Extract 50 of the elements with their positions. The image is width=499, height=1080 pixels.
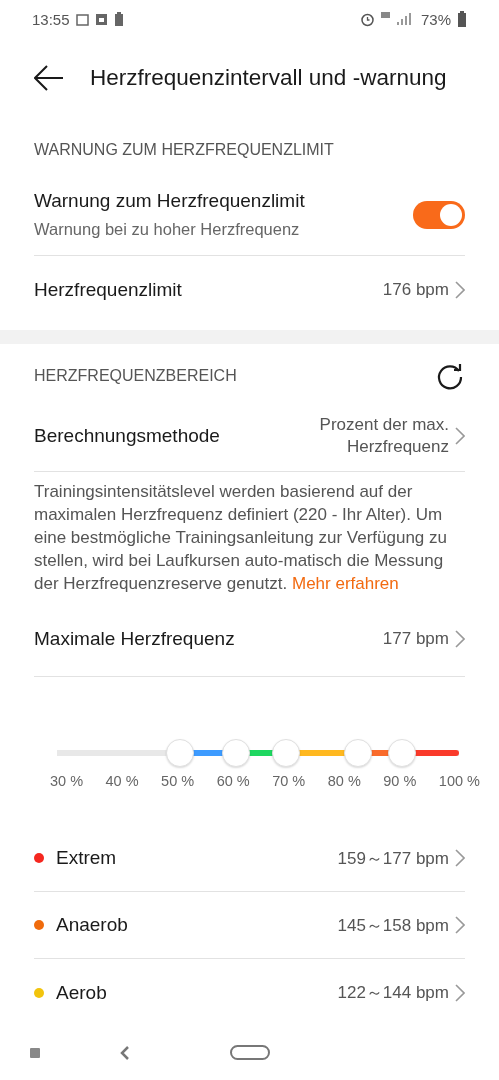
slider-thumb[interactable]	[222, 739, 251, 767]
status-time: 13:55	[32, 10, 70, 28]
toggle-switch[interactable]	[413, 200, 465, 229]
scale-label: 100 %	[438, 773, 480, 789]
chevron-right-icon	[455, 629, 465, 648]
back-icon[interactable]	[120, 1046, 130, 1060]
chevron-right-icon	[455, 281, 465, 299]
setting-label: Berechnungsmethode	[34, 424, 220, 447]
setting-description: Warnung bei zu hoher Herzfrequenz	[34, 220, 301, 239]
scale-label: 30 %	[50, 773, 84, 789]
battery-icon	[113, 12, 124, 26]
scale-label: 40 %	[105, 773, 139, 789]
section-title: HERZFREQUENZBEREICH	[34, 367, 237, 385]
calendar-icon	[94, 12, 108, 26]
scale-label: 60 %	[216, 773, 250, 789]
setting-label: Warnung zum Herzfrequenzlimit	[34, 190, 305, 212]
calendar-icon	[75, 12, 89, 26]
battery-icon	[457, 11, 467, 27]
zone-range: 145～158 bpm	[337, 914, 449, 937]
zone-range: 122～144 bpm	[337, 982, 449, 1004]
description-text: Trainingsintensitätslevel werden basierend auf der maximalen Herzfrequenz definiert (220 - Ihr Alter). Um eine bestmögliche Trainingsanleitung zur Verfügung zu stellen, wird bei Laufkursen auto-matisch die Messung der Herzfrequenzreserve genutzt. Mehr erfahren	[34, 481, 448, 595]
slider-thumb[interactable]	[387, 739, 416, 767]
learn-more-link[interactable]: Mehr erfahren	[292, 574, 399, 593]
scale-label: 80 %	[327, 773, 361, 789]
scale-label: 90 %	[383, 773, 417, 789]
setting-label: Herzfrequenzlimit	[34, 279, 182, 301]
chevron-right-icon	[455, 983, 465, 1002]
setting-value: 176 bpm	[382, 280, 449, 300]
setting-value: Prozent der max. Herzfrequenz	[318, 413, 449, 458]
chevron-right-icon	[455, 849, 465, 867]
scale-label: 70 %	[272, 773, 306, 789]
slider-thumb[interactable]	[166, 739, 195, 767]
setting-value: 177 bpm	[382, 628, 449, 649]
zone-range: 159～177 bpm	[337, 847, 449, 870]
zone-name: Aerob	[56, 981, 107, 1004]
refresh-icon[interactable]	[435, 361, 465, 391]
page-title: Herzfrequenzintervall und -warnung	[90, 65, 447, 91]
battery-percent: 73%	[420, 10, 451, 28]
section-title: WARNUNG ZUM HERZFREQUENZLIMIT	[34, 141, 334, 159]
back-arrow-icon[interactable]	[34, 65, 64, 91]
chevron-right-icon	[455, 916, 465, 934]
slider-thumb[interactable]	[343, 739, 372, 767]
setting-label: Maximale Herzfrequenz	[34, 627, 235, 650]
scale-label: 50 %	[161, 773, 195, 789]
slider-thumb[interactable]	[271, 739, 300, 767]
alarm-icon	[359, 11, 375, 27]
chevron-right-icon	[455, 426, 465, 445]
zone-name: Extrem	[56, 847, 117, 869]
zone-name: Anaerob	[56, 914, 128, 936]
home-pill-icon[interactable]	[230, 1045, 270, 1061]
